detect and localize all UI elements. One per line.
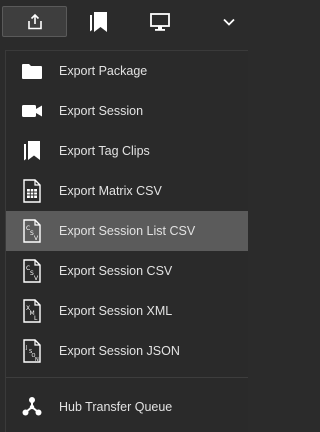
hub-transfer-icon — [20, 395, 44, 419]
menu-item-export-package[interactable]: Export Package — [6, 51, 248, 91]
menu-item-label: Export Session List CSV — [59, 224, 196, 238]
svg-text:V: V — [34, 235, 39, 242]
menu-item-export-session-json[interactable]: J S O N Export Session JSON — [6, 331, 248, 371]
more-options-button[interactable] — [210, 6, 248, 37]
csv-file-icon: C S V — [20, 259, 44, 283]
svg-text:N: N — [35, 357, 39, 363]
menu-item-label: Export Tag Clips — [59, 144, 150, 158]
monitor-icon — [150, 12, 170, 31]
menu-item-export-matrix-csv[interactable]: Export Matrix CSV — [6, 171, 248, 211]
menu-item-label: Export Session — [59, 104, 144, 118]
export-menu-window: Export Package Export Session Export Tag… — [0, 0, 248, 432]
menu-item-label: Hub Transfer Queue — [59, 400, 173, 414]
svg-text:V: V — [34, 275, 39, 282]
menu-item-label: Export Session XML — [59, 304, 173, 318]
tags-button[interactable] — [78, 6, 118, 37]
json-file-icon: J S O N — [20, 339, 44, 363]
menu-item-export-session[interactable]: Export Session — [6, 91, 248, 131]
menu-item-export-session-csv[interactable]: C S V Export Session CSV — [6, 251, 248, 291]
menu-item-hub-transfer-queue[interactable]: Hub Transfer Queue — [6, 387, 248, 427]
menu-item-label: Export Session CSV — [59, 264, 173, 278]
export-dropdown-menu: Export Package Export Session Export Tag… — [5, 50, 248, 432]
xml-file-icon: X M L — [20, 299, 44, 323]
menu-item-label: Export Package — [59, 64, 148, 78]
menu-item-export-session-list-csv[interactable]: C S V Export Session List CSV — [6, 211, 248, 251]
tag-clips-icon — [20, 139, 44, 163]
export-icon — [27, 13, 42, 29]
video-camera-icon — [20, 99, 44, 123]
svg-text:J: J — [25, 345, 27, 351]
menu-item-label: Export Matrix CSV — [59, 184, 162, 198]
export-button[interactable] — [2, 6, 67, 37]
tags-icon — [90, 11, 107, 32]
menu-item-export-tag-clips[interactable]: Export Tag Clips — [6, 131, 248, 171]
menu-item-export-session-xml[interactable]: X M L Export Session XML — [6, 291, 248, 331]
toolbar — [0, 0, 248, 44]
monitor-button[interactable] — [140, 6, 180, 37]
svg-text:L: L — [34, 315, 38, 322]
menu-item-label: Export Session JSON — [59, 344, 180, 358]
chevron-down-icon — [223, 18, 235, 26]
folder-icon — [20, 59, 44, 83]
csv-file-icon: C S V — [20, 219, 44, 243]
matrix-csv-icon — [20, 179, 44, 203]
menu-divider — [6, 377, 248, 378]
